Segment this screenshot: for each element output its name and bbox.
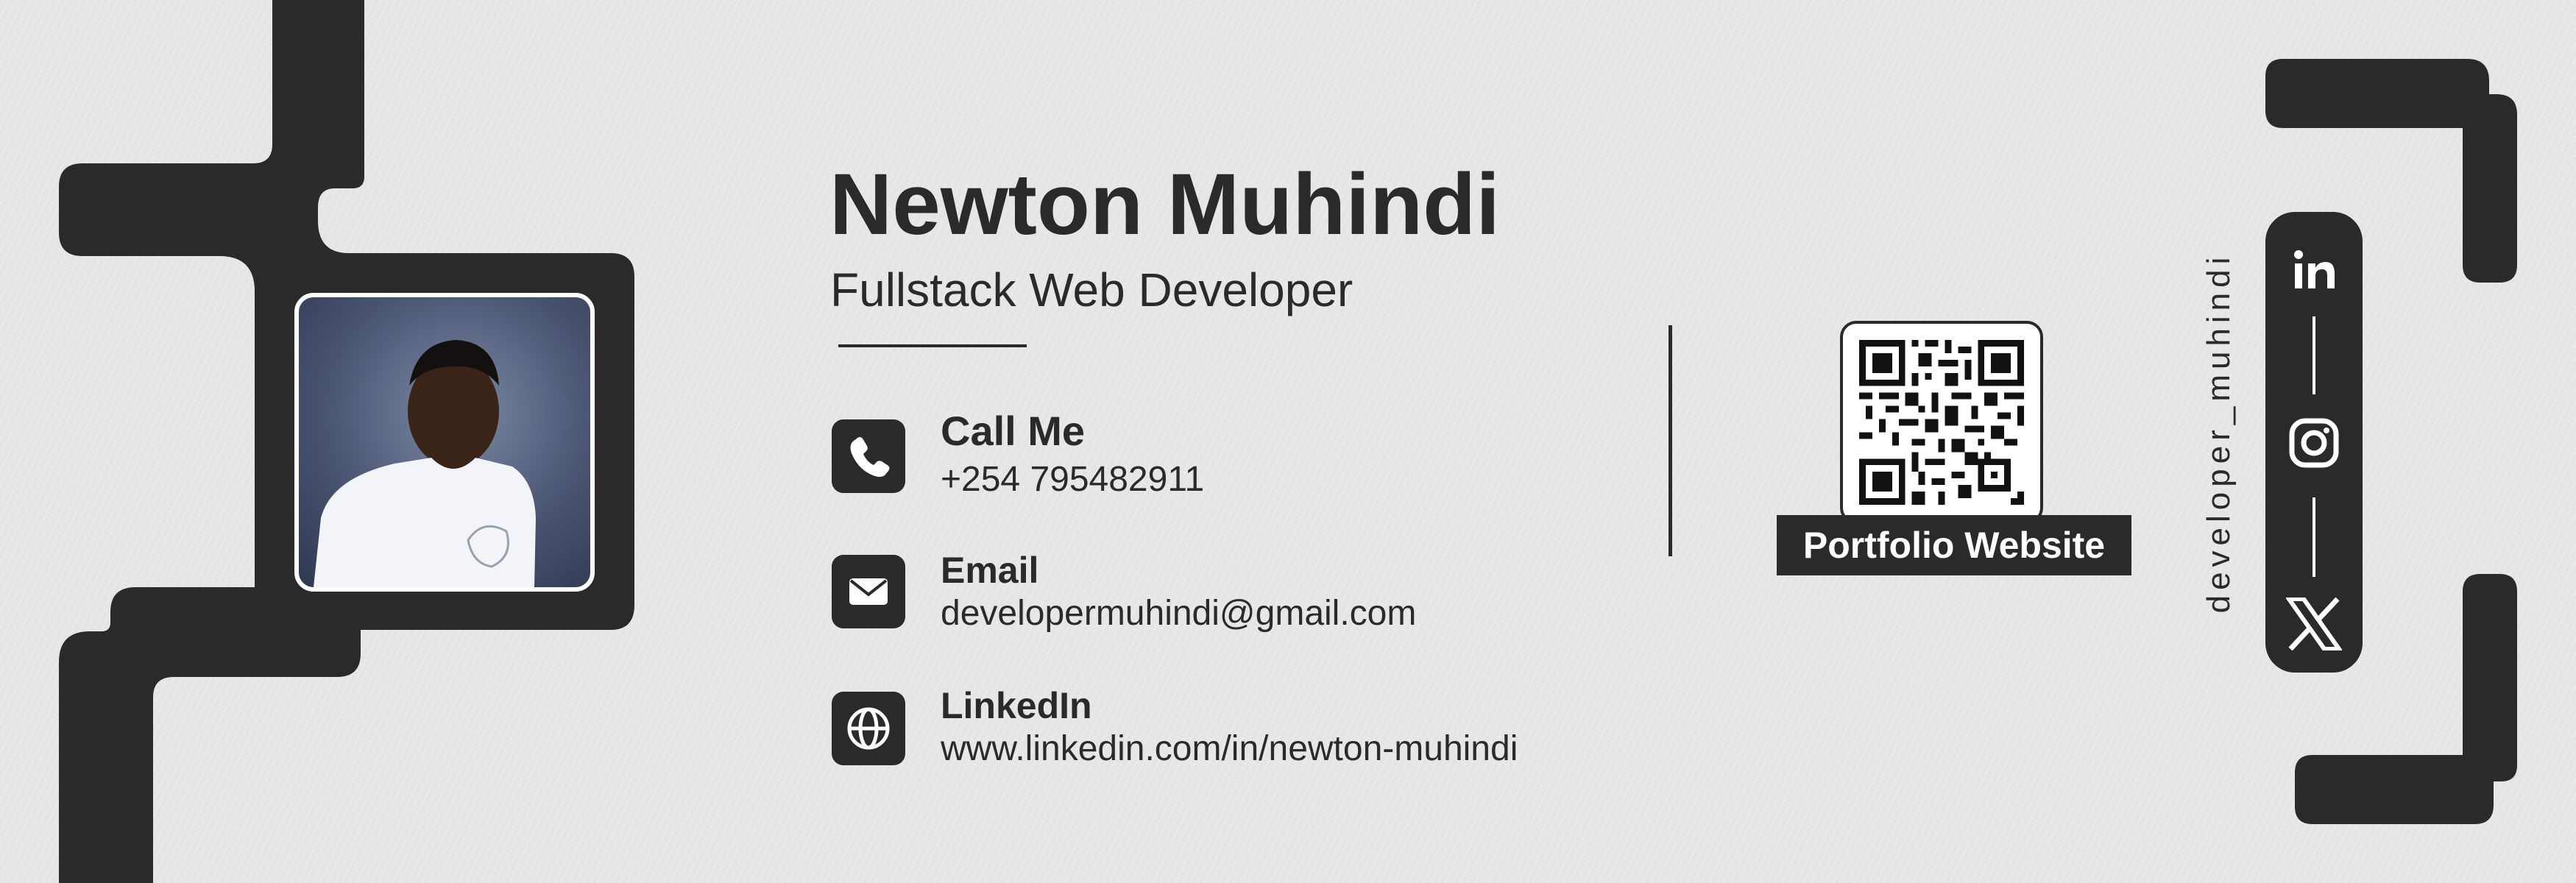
social-separator [2313,497,2315,577]
person-name: Newton Muhindi [829,156,1501,253]
contact-label-linkedin: LinkedIn [941,685,1092,726]
qr-code-pattern [1859,340,2024,505]
contact-value-phone[interactable]: +254 795482911 [941,459,1204,500]
contact-label-phone: Call Me [941,408,1086,454]
linkedin-icon[interactable] [2290,246,2338,293]
mail-icon [832,555,905,628]
person-illustration [314,340,536,587]
phone-icon [832,419,905,493]
contact-label-email: Email [941,550,1039,591]
title-underline [838,344,1027,347]
contact-value-linkedin[interactable]: www.linkedin.com/in/newton-muhindi [941,728,1518,769]
globe-icon [832,692,905,765]
instagram-icon[interactable] [2287,416,2340,469]
x-icon[interactable] [2286,597,2342,650]
social-handle: developer_muhindi [2201,252,2237,614]
right-decoration [2265,59,2517,824]
job-title: Fullstack Web Developer [830,263,1354,316]
profile-photo [294,293,595,592]
business-card: Newton Muhindi Fullstack Web Developer C… [0,0,2576,883]
qr-caption: Portfolio Website [1777,515,2131,575]
vertical-divider [1669,325,1672,556]
qr-code[interactable] [1840,321,2043,524]
social-separator [2313,316,2315,394]
contact-value-email[interactable]: developermuhindi@gmail.com [941,593,1416,634]
